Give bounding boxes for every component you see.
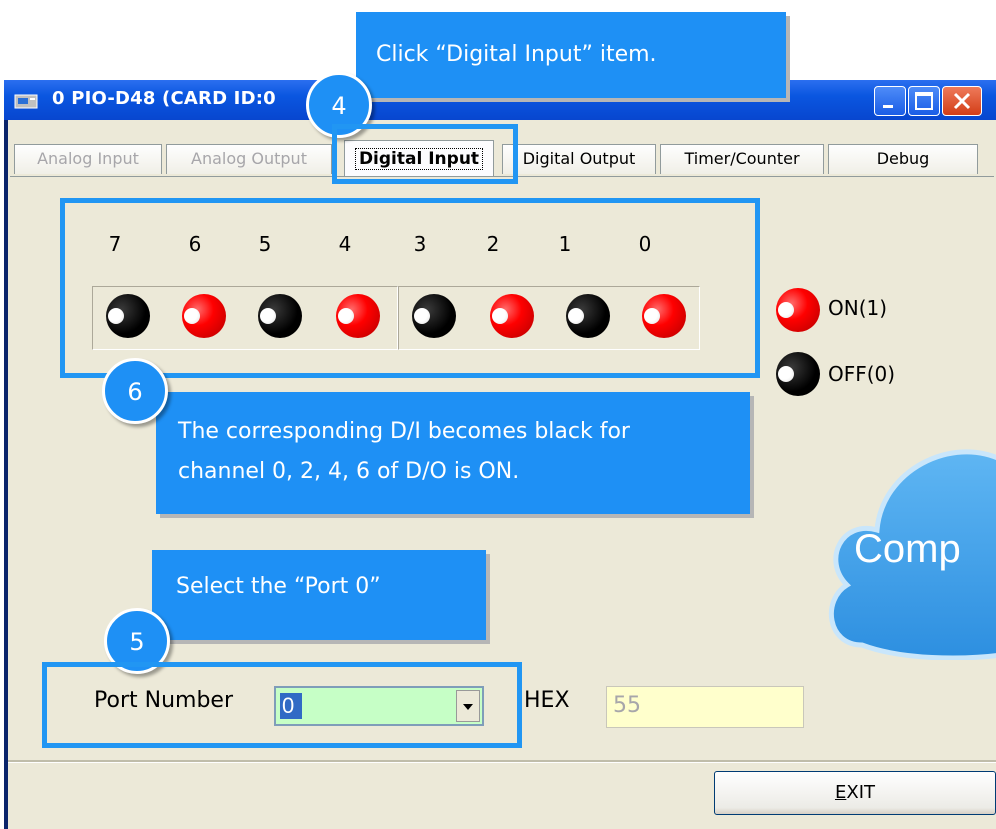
callout-text: Select the “Port 0”: [176, 574, 381, 599]
tab-digital-output-label: Digital Output: [522, 149, 636, 168]
callout-text: Click “Digital Input” item.: [376, 42, 657, 67]
app-icon: [14, 94, 38, 109]
tab-analog-input-label: Analog Input: [37, 149, 139, 168]
minimize-button[interactable]: [874, 86, 906, 116]
highlight-digital-input-tab: [332, 124, 518, 184]
window-title: 0 PIO-D48 (CARD ID:0: [52, 88, 276, 109]
cloud-graphic: Comp: [829, 449, 996, 660]
maximize-button[interactable]: [908, 86, 940, 116]
legend-on-label: ON(1): [828, 296, 888, 320]
callout-select-port: Select the “Port 0”: [152, 550, 486, 640]
tab-analog-output[interactable]: Analog Output: [166, 144, 332, 174]
legend-on-led: [776, 288, 820, 332]
step-badge-6: 6: [102, 358, 168, 424]
exit-button[interactable]: EXIT: [714, 771, 996, 815]
legend-off-led: [776, 352, 820, 396]
tab-timer-counter[interactable]: Timer/Counter: [660, 144, 824, 174]
callout-text-line2: channel 0, 2, 4, 6 of D/O is ON.: [178, 459, 520, 484]
tab-debug-label: Debug: [876, 149, 930, 168]
tab-debug[interactable]: Debug: [828, 144, 978, 174]
tab-analog-output-label: Analog Output: [191, 149, 307, 168]
cloud-text: Comp: [854, 527, 961, 571]
hex-label: HEX: [524, 688, 570, 713]
tab-digital-output[interactable]: Digital Output: [502, 144, 656, 174]
tab-analog-input[interactable]: Analog Input: [14, 144, 162, 174]
separator: [8, 760, 996, 763]
exit-button-label: EXIT: [834, 782, 875, 803]
callout-di-status: The corresponding D/I becomes black for …: [156, 392, 750, 514]
minimize-icon: [883, 105, 893, 108]
maximize-icon: [915, 92, 933, 110]
close-button[interactable]: [942, 86, 982, 116]
tab-timer-counter-label: Timer/Counter: [684, 149, 800, 168]
highlight-port-selector: [42, 662, 522, 748]
callout-text-line1: The corresponding D/I becomes black for: [178, 419, 630, 444]
highlight-led-area: [60, 198, 760, 378]
close-icon: [953, 92, 971, 110]
callout-click-digital-input: Click “Digital Input” item.: [356, 12, 786, 98]
legend-off-label: OFF(0): [828, 362, 896, 386]
hex-value-field[interactable]: 55: [606, 686, 804, 728]
